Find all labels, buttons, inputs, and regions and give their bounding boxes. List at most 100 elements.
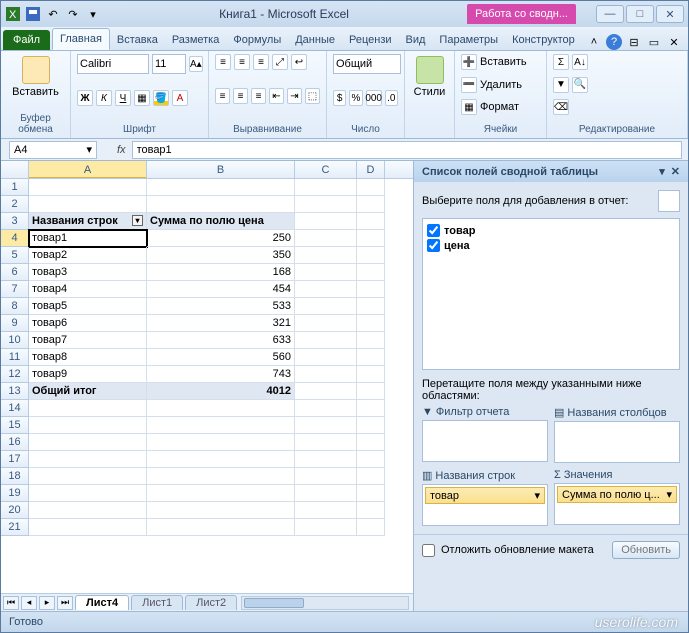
row-header[interactable]: 14 <box>1 400 29 417</box>
grow-font-icon[interactable]: A▴ <box>189 56 203 72</box>
cell[interactable] <box>147 434 295 451</box>
undo-icon[interactable]: ↶ <box>45 6 61 22</box>
area-rows[interactable]: ▥Названия строк товар▾ <box>422 469 548 526</box>
cell[interactable] <box>357 213 385 230</box>
currency-icon[interactable]: $ <box>333 90 346 106</box>
italic-button[interactable]: К <box>96 90 112 106</box>
field-list[interactable]: товар цена <box>422 218 680 370</box>
percent-icon[interactable]: % <box>349 90 362 106</box>
clear-icon[interactable]: ⌫ <box>553 99 569 115</box>
row-header[interactable]: 21 <box>1 519 29 536</box>
align-right-icon[interactable]: ≡ <box>251 88 266 104</box>
cell[interactable]: Сумма по полю цена <box>147 213 295 230</box>
tab-formulas[interactable]: Формулы <box>226 30 288 50</box>
redo-icon[interactable]: ↷ <box>65 6 81 22</box>
cell[interactable] <box>295 213 357 230</box>
font-color-button[interactable]: A <box>172 90 188 106</box>
cell[interactable] <box>29 502 147 519</box>
close-button[interactable]: ✕ <box>656 5 684 23</box>
cell[interactable] <box>295 196 357 213</box>
sheet-nav-next[interactable]: ▸ <box>39 596 55 610</box>
cell[interactable] <box>29 485 147 502</box>
wrap-text-icon[interactable]: ↩ <box>291 54 307 70</box>
indent-inc-icon[interactable]: ⇥ <box>287 88 302 104</box>
cell[interactable] <box>357 468 385 485</box>
cell[interactable]: 454 <box>147 281 295 298</box>
indent-dec-icon[interactable]: ⇤ <box>269 88 284 104</box>
cells-format[interactable]: ▦Формат <box>461 99 540 115</box>
cell[interactable]: 250 <box>147 230 295 247</box>
cell[interactable] <box>357 400 385 417</box>
cell[interactable]: Общий итог <box>29 383 147 400</box>
cell[interactable] <box>295 451 357 468</box>
maximize-workbook-icon[interactable]: ▭ <box>646 34 662 50</box>
cell[interactable] <box>29 434 147 451</box>
cell[interactable] <box>357 519 385 536</box>
tab-design[interactable]: Конструктор <box>505 30 582 50</box>
cell[interactable] <box>147 400 295 417</box>
row-header[interactable]: 19 <box>1 485 29 502</box>
col-header-a[interactable]: A <box>29 161 147 178</box>
field-item[interactable]: цена <box>427 238 675 253</box>
cell[interactable] <box>29 468 147 485</box>
sheet-tab-active[interactable]: Лист4 <box>75 595 129 610</box>
sort-icon[interactable]: A↓ <box>572 54 588 70</box>
cell[interactable]: 321 <box>147 315 295 332</box>
sheet-tab-2[interactable]: Лист2 <box>185 595 237 610</box>
align-bot-icon[interactable]: ≡ <box>253 54 269 70</box>
sheet-tab-1[interactable]: Лист1 <box>131 595 183 610</box>
fill-color-button[interactable]: 🪣 <box>153 90 169 106</box>
cell[interactable] <box>357 366 385 383</box>
cell[interactable] <box>29 400 147 417</box>
tab-review[interactable]: Рецензи <box>342 30 399 50</box>
pane-menu-icon[interactable]: ▾ <box>659 165 665 178</box>
row-header[interactable]: 20 <box>1 502 29 519</box>
cell[interactable]: товар5 <box>29 298 147 315</box>
row-labels-dropdown-icon[interactable]: ▾ <box>132 215 143 226</box>
cell[interactable] <box>295 434 357 451</box>
restore-workbook-icon[interactable]: ⊟ <box>626 34 642 50</box>
cell[interactable] <box>29 519 147 536</box>
maximize-button[interactable]: □ <box>626 5 654 23</box>
align-center-icon[interactable]: ≡ <box>233 88 248 104</box>
tab-view[interactable]: Вид <box>399 30 433 50</box>
row-header[interactable]: 7 <box>1 281 29 298</box>
row-header[interactable]: 6 <box>1 264 29 281</box>
sheet-nav-prev[interactable]: ◂ <box>21 596 37 610</box>
merge-icon[interactable]: ⬚ <box>305 88 320 104</box>
cell[interactable] <box>357 417 385 434</box>
cell[interactable]: 633 <box>147 332 295 349</box>
sheet-nav-first[interactable]: ⏮ <box>3 596 19 610</box>
update-button[interactable]: Обновить <box>612 541 680 559</box>
cell[interactable] <box>295 332 357 349</box>
align-mid-icon[interactable]: ≡ <box>234 54 250 70</box>
row-header[interactable]: 9 <box>1 315 29 332</box>
font-size-combo[interactable] <box>152 54 186 74</box>
cell[interactable] <box>357 451 385 468</box>
cells-delete[interactable]: ➖Удалить <box>461 77 540 93</box>
row-header[interactable]: 16 <box>1 434 29 451</box>
cell[interactable]: 743 <box>147 366 295 383</box>
cell[interactable] <box>147 451 295 468</box>
row-header[interactable]: 3 <box>1 213 29 230</box>
cell[interactable] <box>357 196 385 213</box>
row-header[interactable]: 10 <box>1 332 29 349</box>
tab-insert[interactable]: Вставка <box>110 30 165 50</box>
row-header[interactable]: 12 <box>1 366 29 383</box>
styles-button[interactable]: Стили <box>411 54 448 100</box>
pane-close-icon[interactable]: ✕ <box>671 165 680 178</box>
row-header[interactable]: 5 <box>1 247 29 264</box>
cell[interactable] <box>295 417 357 434</box>
cell[interactable]: 168 <box>147 264 295 281</box>
horizontal-scrollbar[interactable] <box>241 596 409 610</box>
fill-icon[interactable]: ▼ <box>553 77 569 93</box>
cell[interactable]: товар1 <box>29 230 147 247</box>
select-all-corner[interactable] <box>1 161 29 178</box>
cell[interactable]: товар2 <box>29 247 147 264</box>
cell[interactable] <box>295 281 357 298</box>
cell[interactable] <box>357 247 385 264</box>
field-checkbox[interactable] <box>427 224 440 237</box>
cell[interactable] <box>295 315 357 332</box>
cell[interactable] <box>147 196 295 213</box>
border-button[interactable]: ▦ <box>134 90 150 106</box>
